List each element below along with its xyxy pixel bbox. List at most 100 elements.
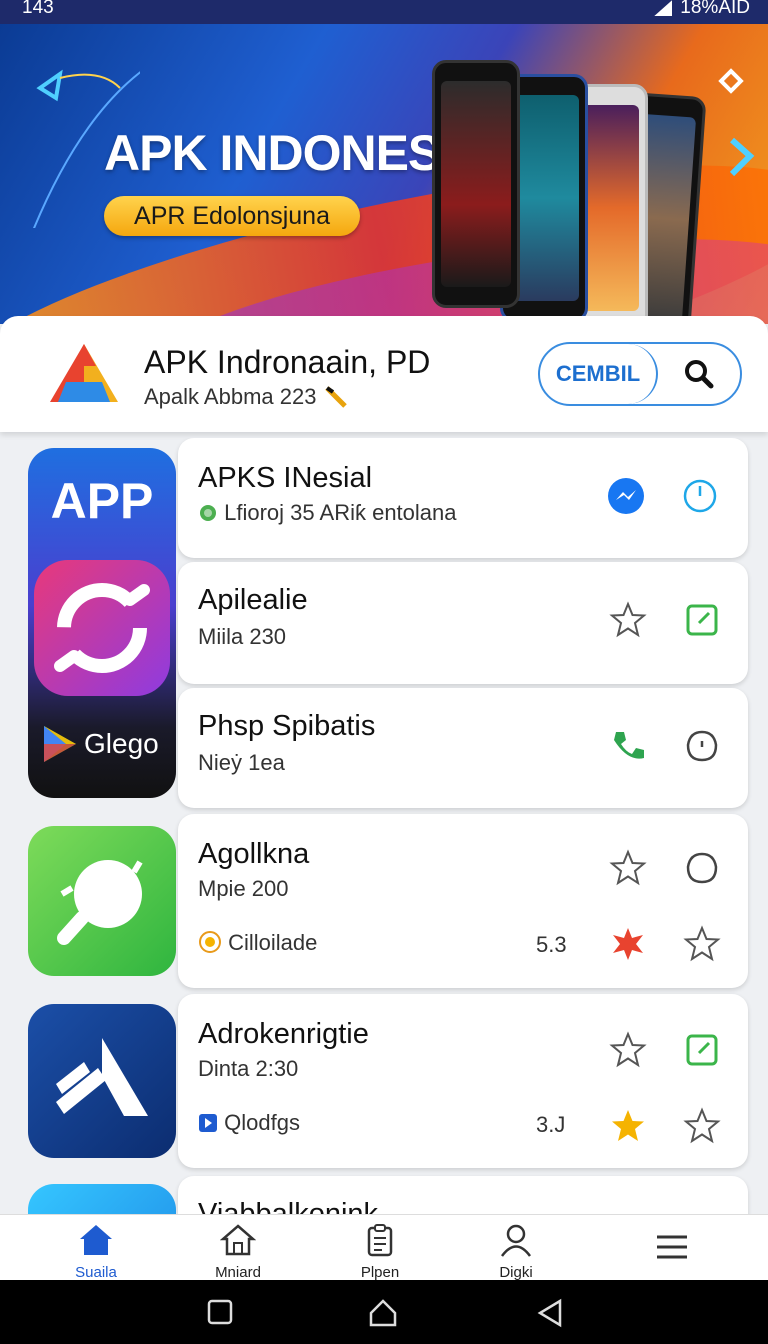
- leaf-icon: [200, 505, 216, 521]
- banner-phones-image: [430, 60, 707, 324]
- favorite-button[interactable]: [608, 600, 648, 640]
- group-tile-label: APP: [50, 473, 154, 529]
- shield-button[interactable]: [682, 848, 722, 888]
- app-subtitle: Apalk Abbma 223: [144, 384, 351, 410]
- group-tile[interactable]: APP Glego: [28, 448, 176, 798]
- sun-icon: [199, 931, 221, 953]
- edit-button[interactable]: [682, 1030, 722, 1070]
- star-outline-icon: [609, 1031, 647, 1068]
- list-item[interactable]: Agollkna Mpie 200 Cilloilade 5.3: [178, 814, 748, 988]
- play-store-badge: Glego: [42, 724, 159, 764]
- status-time: 143: [22, 0, 54, 18]
- app-name: Apilealie: [198, 584, 308, 616]
- house-outline-icon: [219, 1224, 257, 1256]
- app-name: Adrokenrigtie: [198, 1018, 369, 1050]
- stripes-logo-icon: [56, 1038, 148, 1116]
- chat-bubble-icon: [57, 860, 143, 945]
- nav-item-mniard[interactable]: Mniard: [188, 1223, 288, 1281]
- burst-icon: [613, 928, 643, 960]
- banner-arrow-icon: [718, 68, 755, 177]
- rated-star-button[interactable]: [608, 1106, 648, 1146]
- app-name: Agollkna: [198, 838, 310, 870]
- promo-banner[interactable]: APK INDONESIA APR Edolonsjuna: [0, 24, 768, 324]
- header-segment[interactable]: CEMBIL: [538, 342, 742, 406]
- app-icon-viabbalkonink[interactable]: [28, 1184, 176, 1214]
- badge-icon-button[interactable]: [608, 924, 648, 964]
- nav-label: Mniard: [215, 1264, 261, 1281]
- shield-button[interactable]: [682, 726, 722, 766]
- app-subtitle: Lfioroj 35 ARiƙ entolana: [198, 500, 457, 526]
- app-icon-adrokenrigtie[interactable]: [28, 1004, 176, 1158]
- app-icon-agollkna[interactable]: [28, 826, 176, 976]
- cembil-button[interactable]: CEMBIL: [540, 344, 658, 404]
- app-tag: Qlodfgs: [198, 1110, 300, 1136]
- app-subtitle: Miila 230: [198, 624, 287, 649]
- system-nav-bar: [0, 1280, 768, 1344]
- timer-icon: [683, 479, 717, 513]
- signal-icon: [654, 0, 673, 16]
- nav-item-suaila[interactable]: Suaila: [46, 1223, 146, 1281]
- play-square-icon: [199, 1114, 217, 1132]
- app-title: APK Indronaain, PD: [144, 344, 431, 380]
- list-item[interactable]: Phsp Spibatis Nieẏ 1ea: [178, 688, 748, 808]
- star-outline-icon: [609, 849, 647, 886]
- nav-label: Digki: [499, 1264, 533, 1281]
- edit-icon: [686, 604, 718, 636]
- list-item[interactable]: Viabbalkonink: [178, 1176, 748, 1214]
- nav-item-menu[interactable]: [622, 1233, 722, 1268]
- nav-item-digki[interactable]: Digki: [466, 1223, 566, 1281]
- app-logo-icon: [50, 344, 118, 402]
- app-name: Phsp Spibatis: [198, 710, 376, 742]
- status-right: 18%AID: [654, 0, 750, 19]
- person-icon: [500, 1224, 532, 1257]
- search-button[interactable]: [658, 344, 740, 404]
- rate-button[interactable]: [682, 1106, 722, 1146]
- banner-pill-button[interactable]: APR Edolonsjuna: [104, 196, 360, 236]
- app-subtitle: Dinta 2:30: [198, 1056, 299, 1081]
- phone-icon: [614, 732, 644, 759]
- bottom-nav: Suaila Mniard Plpen Digki: [0, 1214, 768, 1281]
- app-rating: 5.3: [536, 932, 567, 957]
- play-store-label: Glego: [84, 728, 159, 759]
- recents-icon[interactable]: [206, 1298, 234, 1326]
- star-filled-icon: [612, 1110, 644, 1141]
- menu-icon: [657, 1235, 687, 1259]
- app-rating: 3.J: [536, 1112, 566, 1137]
- list-item[interactable]: APKS INesial Lfioroj 35 ARiƙ entolana: [178, 438, 748, 558]
- shield-icon: [686, 730, 718, 762]
- star-outline-icon: [683, 925, 721, 962]
- status-battery-text: 18%AID: [680, 0, 750, 18]
- home-icon: [80, 1225, 112, 1255]
- search-icon: [685, 360, 714, 389]
- star-outline-icon: [609, 601, 647, 638]
- nav-item-plpen[interactable]: Plpen: [330, 1223, 430, 1281]
- favorite-button[interactable]: [608, 1030, 648, 1070]
- app-name: Viabbalkonink: [198, 1198, 379, 1214]
- favorite-button[interactable]: [608, 848, 648, 888]
- play-store-icon: [44, 726, 76, 762]
- nav-label: Suaila: [75, 1264, 117, 1281]
- shield-icon: [686, 852, 718, 884]
- call-button[interactable]: [608, 726, 648, 766]
- back-icon[interactable]: [536, 1298, 564, 1328]
- app-tag: Cilloilade: [198, 930, 317, 956]
- list-item[interactable]: Apilealie Miila 230: [178, 562, 748, 684]
- app-name: APKS INesial: [198, 462, 373, 494]
- rate-button[interactable]: [682, 924, 722, 964]
- app-subtitle: Nieẏ 1ea: [198, 750, 285, 775]
- messenger-icon: [608, 478, 644, 514]
- timer-button[interactable]: [680, 476, 720, 516]
- app-subtitle: Mpie 200: [198, 876, 289, 901]
- app-list: APP Glego APKS INesial Lfioroj 35 ARiƙ e…: [0, 438, 768, 1214]
- edit-button[interactable]: [682, 600, 722, 640]
- home-system-icon[interactable]: [368, 1298, 398, 1328]
- pencil-icon: [324, 386, 347, 408]
- nav-label: Plpen: [360, 1264, 400, 1281]
- chat-button[interactable]: [606, 476, 646, 516]
- star-outline-icon: [683, 1107, 721, 1144]
- list-item[interactable]: Adrokenrigtie Dinta 2:30 Qlodfgs 3.J: [178, 994, 748, 1168]
- app-header: APK Indronaain, PD Apalk Abbma 223 CEMBI…: [0, 316, 768, 432]
- clipboard-icon: [367, 1224, 393, 1257]
- edit-icon: [686, 1034, 718, 1066]
- status-bar: 143 18%AID: [0, 0, 768, 24]
